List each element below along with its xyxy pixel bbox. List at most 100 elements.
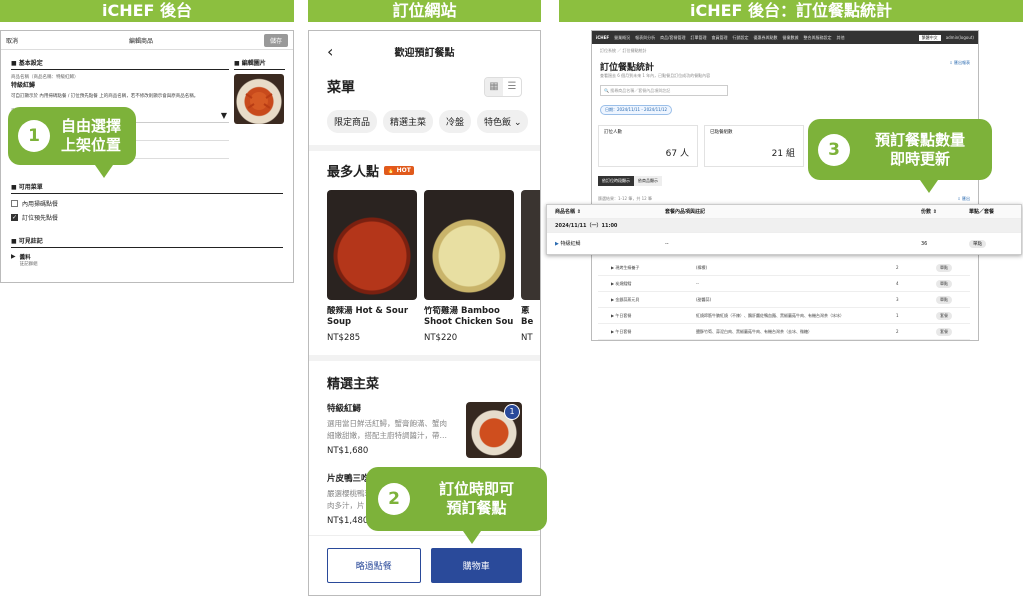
header-left: iCHEF 後台 [0,0,294,22]
table-row[interactable]: ▶ 炭燒鱈鱈 -- 4 單點 [598,276,970,292]
chip-limited[interactable]: 限定商品 [327,110,378,133]
view-tabs: 依訂位時段顯示 依商品顯示 [598,176,662,186]
hot-badge: 🔥 HOT [384,166,414,175]
back-icon[interactable]: ‹ [327,42,333,61]
search-input[interactable]: 🔍 搜尋商品名稱／套餐內品項與註記 [600,85,728,96]
skip-button[interactable]: 略過點餐 [327,548,421,583]
nav-item[interactable]: 報表與分析 [635,35,655,41]
stat-card-groups: 已點餐組數 21 組 [704,125,804,167]
nav-item[interactable]: 營業概況 [614,35,630,41]
section-heading: 精選主菜 [327,377,380,392]
chevron-down-icon[interactable]: ⌄ [514,118,522,128]
menu-option-dine-in[interactable]: 內用掃碼點餐 [11,199,283,208]
language-select[interactable]: 繁體中文 [918,34,941,41]
item-image[interactable] [234,74,284,124]
image-heading: ■ 編輯圖片 [234,58,285,70]
stats-table-highlight: 商品名稱 ⇕ 套餐內品項與註記 份數 ⇕ 單點／套餐 2024/11/11（一）… [546,204,1022,255]
chip-main[interactable]: 精選主菜 [383,110,434,133]
item-name-field[interactable]: 特級紅鱘 [11,80,229,89]
cancel-button[interactable]: 取消 [6,36,18,45]
edit-item-title: 編輯商品 [128,37,153,45]
quantity-badge: 1 [504,404,520,420]
nav-item[interactable]: 會員管理 [711,35,727,41]
nav-item[interactable]: 商品/套餐管理 [660,35,685,41]
stat-card-guests: 訂位人數 67 人 [598,125,698,167]
date-filter[interactable]: 日期：2024/11/11 - 2024/11/12 [600,105,673,115]
divider [309,355,540,361]
menu-title: 菜單 [327,80,355,96]
table-row[interactable]: ▶ 午日套餐 鹽酥竹筍、蒜泥白肉、黑椒蘑菇牛肉、有機台灣茶（去冰、微糖） 2 套餐 [598,324,970,340]
page-title: 訂位餐點統計 [600,63,655,73]
nav-item[interactable]: 優惠券與點數 [753,35,777,41]
table-row[interactable]: ▶ 現烤生蠔養子 (檸檬) 2 單點 [598,260,970,276]
grid-view-icon[interactable]: ▦ [485,78,503,96]
callout-2-tail [463,531,481,544]
expand-arrow-icon[interactable]: ▶ [11,253,16,267]
divider [309,145,540,151]
item-thumbnail: 1 [466,402,522,458]
tab-by-item[interactable]: 依商品顯示 [634,176,662,186]
menu-header: 菜單 ▦ ☰ [309,77,540,97]
export-report-link[interactable]: ⇩ 匯出報表 [949,60,970,73]
callout-1-tail [95,165,113,178]
popular-card[interactable]: 竹筍雞湯 Bamboo Shoot Chicken Soup NT$220 [424,190,514,343]
soup-image [521,190,540,300]
page-subtitle: 查看過去 6 個月到未來 1 年內，已點餐且訂位成功的餐點內容 [600,73,711,78]
tab-by-time[interactable]: 依訂位時段顯示 [598,176,634,186]
booking-footer: 略過點餐 購物車 [309,535,540,595]
header-middle: 訂位網站 [308,0,541,22]
admin-topbar: iCHEF 營業概況 報表與分析 商品/套餐管理 訂單管理 會員管理 行銷設定 … [592,31,978,44]
popular-card[interactable]: 蔥 Be NT [521,190,540,343]
table-row[interactable]: ▶ 金銀蒜蒸元貝 (甜醬蒜) 3 單點 [598,292,970,308]
checkbox-checked-icon[interactable]: ✓ [11,214,18,221]
cart-button[interactable]: 購物車 [430,548,522,583]
chip-cold[interactable]: 冷盤 [439,110,472,133]
menu-section-heading: ■ 可用菜單 [11,182,283,194]
save-button[interactable]: 儲存 [263,33,288,47]
header-right: iCHEF 後台：訂位餐點統計 [559,0,1023,22]
view-toggle: ▦ ☰ [484,77,522,97]
export-button[interactable]: ⇩ 匯出 [957,196,970,202]
callout-number-2: 2 [378,483,410,515]
soup-image [424,190,514,300]
soup-image [327,190,417,300]
category-chips: 限定商品 精選主菜 冷盤 特色飯 ⌄ [309,110,540,133]
menu-item[interactable]: 特級紅鱘 選用當日鮮活紅鱘，蟹膏飽滿、蟹肉 細嫩甜嫩，搭配主廚特調醬汁，帶… N… [309,402,540,458]
booking-nav: ‹ 歡迎預訂餐點 [309,31,540,71]
edit-item-topbar: 取消 編輯商品 儲存 [1,31,293,50]
callout-2: 2 訂位時即可 預訂餐點 [366,467,547,531]
basic-settings-heading: ■ 基本設定 [11,58,229,70]
notes-item[interactable]: ▶ 醬料 註記群組 [11,253,283,267]
booking-nav-title: 歡迎預訂餐點 [394,47,455,59]
nav-item[interactable]: 訂單管理 [690,35,706,41]
callout-3: 3 預訂餐點數量 即時更新 [808,119,992,180]
breadcrumb: 訂位系統 ／ 訂位餐點統計 [600,48,647,53]
list-view-icon[interactable]: ☰ [503,78,521,96]
col-qty-header[interactable]: 份數 ⇕ [921,208,969,215]
popular-cards: 酸辣湯 Hot & Sour Soup NT$285 竹筍雞湯 Bamboo S… [309,190,540,343]
chip-rice[interactable]: 特色飯 ⌄ [477,110,529,133]
table-row[interactable]: ▶ 午日套餐 紅燒蹄筋牛腩紅燒（不辣）、鵝肝醬佐鴨血麵、黑椒蘑菇牛肉、有機台灣茶（… [598,308,970,324]
item-name-hint: 可自訂顯示於 內用掃碼點餐 / 訂位預先點餐 上的商品名稱，若不修改則顯示會與原… [11,94,199,99]
popular-card[interactable]: 酸辣湯 Hot & Sour Soup NT$285 [327,190,417,343]
popular-heading: 最多人點 🔥 HOT [309,161,540,180]
group-row: 2024/11/11（一）11:00 [547,219,1021,233]
nav-item[interactable]: 行銷設定 [732,35,748,41]
expand-arrow-icon[interactable]: ▶ [555,241,559,247]
checkbox-icon[interactable] [11,200,18,207]
nav-item[interactable]: 營業數據 [782,35,798,41]
nav-item[interactable]: 整合與服務設定 [803,35,831,41]
crab-icon [245,92,273,110]
brand-logo: iCHEF [596,35,610,40]
dropdown-arrow-icon: ▼ [220,111,227,120]
callout-3-tail [920,180,938,193]
stats-rows: ▶ 現烤生蠔養子 (檸檬) 2 單點 ▶ 炭燒鱈鱈 -- 4 單點 ▶ 金銀蒜蒸元貝 (甜醬蒜… [598,260,970,340]
table-row[interactable]: ▶ 特級紅鱘 -- 36 單點 [547,233,1021,254]
nav-item[interactable]: 其他 [836,35,844,41]
col-name-header[interactable]: 商品名稱 ⇕ [547,208,665,215]
menu-option-reservation[interactable]: ✓ 訂位預先點餐 [11,213,283,222]
user-menu[interactable]: admin(logout) [946,35,974,40]
callout-1: 1 自由選擇 上架位置 [8,107,136,165]
col-type-header: 單點／套餐 [969,209,995,215]
table-header: 商品名稱 ⇕ 套餐內品項與註記 份數 ⇕ 單點／套餐 [547,205,1021,219]
